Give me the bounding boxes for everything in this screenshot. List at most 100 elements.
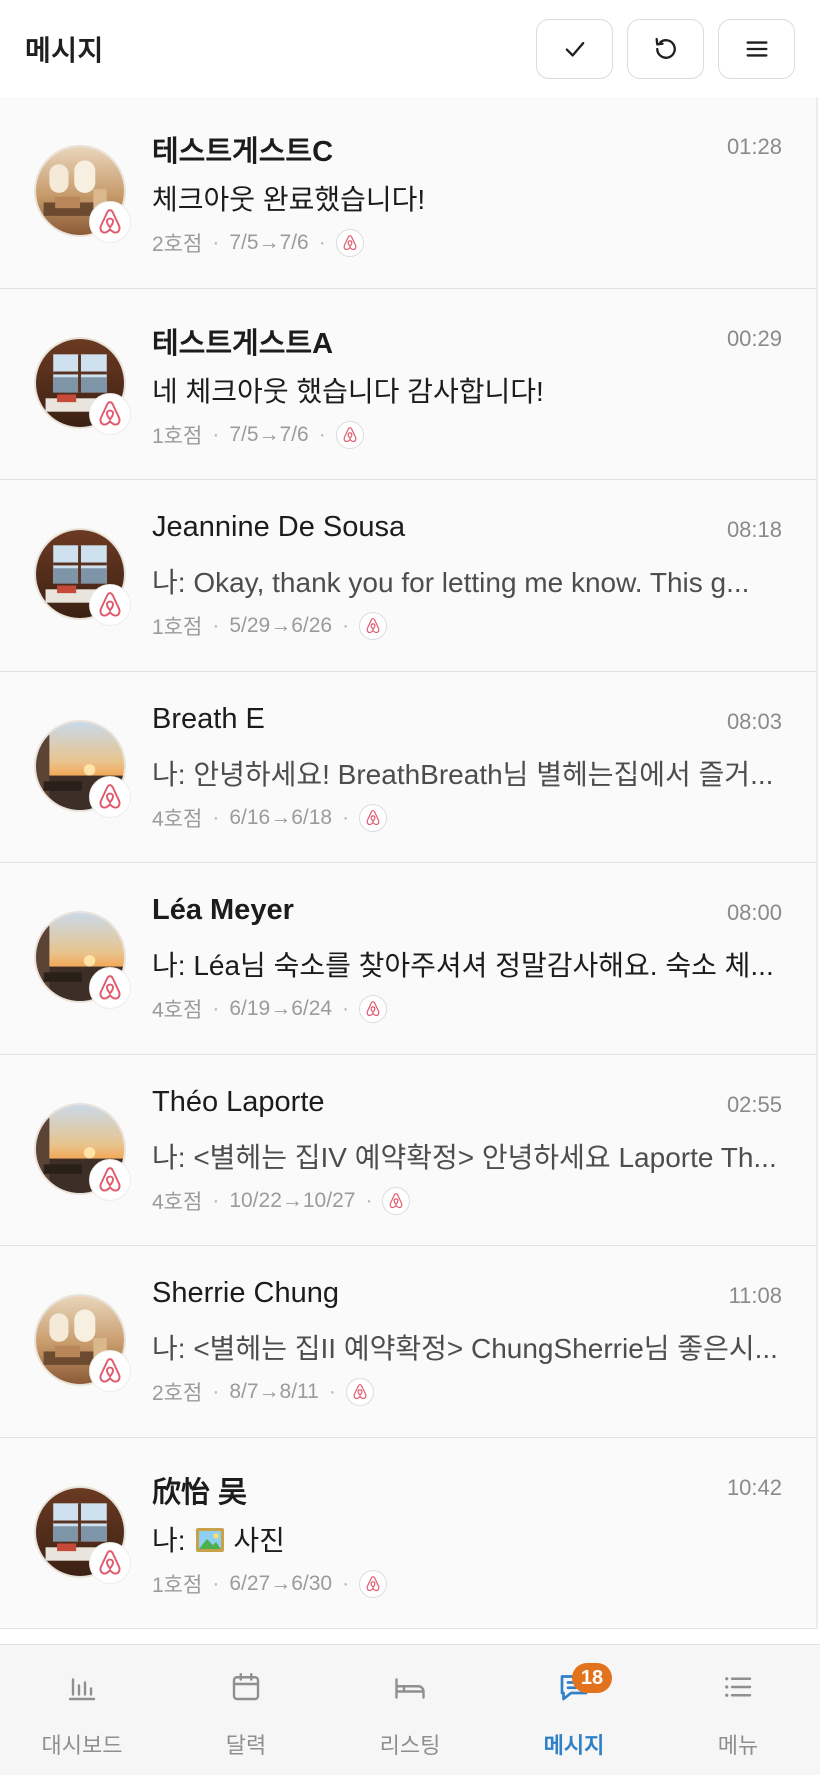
separator-dot: · — [365, 1188, 373, 1212]
airbnb-icon — [335, 420, 364, 449]
listing-name: 2호점 — [152, 233, 203, 256]
listing-name: 1호점 — [152, 424, 203, 448]
separator-dot: · — [212, 1188, 220, 1212]
stay-dates: 10/22→10/27 — [229, 1188, 356, 1212]
airbnb-icon — [89, 1158, 131, 1201]
conversation-item[interactable]: 欣怡 吴 10:42 나: 사진 1호점 · 6/27→6/30 · — [0, 1437, 816, 1629]
airbnb-icon — [345, 1378, 374, 1406]
airbnb-icon — [89, 584, 131, 626]
conversation-item[interactable]: Théo Laporte 02:55 나: <별헤는 집IV 예약확정> 안녕하세요… — [0, 1054, 816, 1246]
guest-name: Sherrie Chung — [152, 1277, 339, 1309]
nav-item-calendar[interactable]: 달력 — [164, 1645, 328, 1775]
header-actions — [536, 18, 795, 79]
guest-name: Jeannine De Sousa — [152, 511, 406, 543]
bottom-navigation: 대시보드 달력 리스팅 18 메시지 메뉴 — [0, 1644, 820, 1775]
avatar — [34, 1294, 131, 1392]
separator-dot: · — [212, 1380, 220, 1403]
menu-button[interactable] — [718, 18, 795, 79]
guest-name: Théo Laporte — [152, 1085, 325, 1118]
listing-name: 1호점 — [152, 616, 203, 639]
conversation-item[interactable]: Sherrie Chung 11:08 나: <별헤는 집II 예약확정> Chun… — [0, 1246, 816, 1438]
guest-name: 테스트게스트A — [152, 327, 334, 360]
stay-dates: 6/27→6/30 — [229, 1571, 333, 1595]
airbnb-icon — [359, 995, 388, 1023]
reservation-meta: 4호점 · 6/19→6/24 · — [152, 994, 388, 1024]
separator-dot: · — [212, 614, 220, 637]
stay-dates: 6/16→6/18 — [229, 805, 333, 829]
nav-item-messages[interactable]: 18 메시지 — [492, 1645, 656, 1775]
reservation-meta: 1호점 · 7/5→7/6 · — [152, 420, 364, 450]
refresh-icon — [655, 37, 676, 59]
separator-dot: · — [328, 1380, 336, 1403]
separator-dot: · — [212, 805, 220, 829]
airbnb-icon — [89, 1350, 131, 1392]
nav-label: 메뉴 — [717, 1733, 759, 1758]
message-time: 08:03 — [726, 708, 782, 734]
message-preview: 네 체크아웃 했습니다 감사합니다! — [152, 375, 544, 407]
separator-dot: · — [212, 997, 220, 1020]
stay-dates: 8/7→8/11 — [229, 1380, 319, 1403]
avatar — [34, 528, 131, 626]
conversation-item[interactable]: 테스트게스트A 00:29 네 체크아웃 했습니다 감사합니다! 1호점 · 7/5→7/… — [0, 288, 816, 480]
unread-count-badge: 18 — [572, 1663, 612, 1693]
guest-name: 테스트게스트C — [152, 136, 334, 168]
message-time: 08:18 — [726, 517, 782, 542]
message-time: 02:55 — [726, 1091, 782, 1117]
guest-name: Léa Meyer — [152, 894, 294, 926]
separator-dot: · — [212, 1571, 220, 1595]
airbnb-icon — [359, 1569, 388, 1598]
message-preview: 나: 안녕하세요! BreathBreath님 별헤는집에서 즐거... — [152, 758, 774, 790]
nav-label: 달력 — [225, 1733, 267, 1758]
avatar — [34, 336, 131, 435]
nav-label: 메시지 — [543, 1733, 605, 1758]
calendar-icon — [228, 1669, 264, 1710]
airbnb-icon — [89, 392, 131, 435]
separator-dot: · — [212, 422, 220, 446]
refresh-button[interactable] — [627, 18, 704, 79]
nav-item-menu[interactable]: 메뉴 — [656, 1645, 820, 1775]
conversation-item[interactable]: Léa Meyer 08:00 나: Léa님 숙소를 찾아주셔셔 정말감사해요. … — [0, 863, 816, 1055]
conversation-item[interactable]: 테스트게스트C 01:28 체크아웃 완료했습니다! 2호점 · 7/5→7/6 · — [0, 97, 816, 289]
message-time: 01:28 — [726, 134, 782, 159]
airbnb-icon — [89, 1541, 131, 1584]
message-preview: 나: Léa님 숙소를 찾아주셔셔 정말감사해요. 숙소 체... — [152, 950, 774, 981]
avatar — [34, 1102, 131, 1201]
separator-dot: · — [318, 422, 326, 446]
mark-read-button[interactable] — [536, 18, 613, 79]
reservation-meta: 4호점 · 6/16→6/18 · — [152, 803, 388, 833]
nav-label: 리스팅 — [379, 1733, 441, 1758]
preview-photo-label: 사진 — [233, 1524, 285, 1556]
page-title: 메시지 — [25, 34, 104, 66]
nav-item-dashboard[interactable]: 대시보드 — [0, 1645, 164, 1775]
reservation-meta: 2호점 · 7/5→7/6 · — [152, 228, 364, 258]
preview-prefix: 나: — [152, 1524, 194, 1556]
reservation-meta: 2호점 · 8/7→8/11 · — [152, 1377, 374, 1407]
conversation-item[interactable]: Breath E 08:03 나: 안녕하세요! BreathBreath님 별헤는… — [0, 671, 816, 863]
reservation-meta: 1호점 · 5/29→6/26 · — [152, 611, 388, 641]
hamburger-icon — [746, 40, 767, 57]
airbnb-icon — [89, 775, 131, 818]
check-icon — [565, 41, 584, 57]
conversation-item[interactable]: Jeannine De Sousa 08:18 나: Okay, thank you… — [0, 480, 816, 672]
separator-dot: · — [212, 231, 220, 254]
message-preview: 체크아웃 완료했습니다! — [152, 184, 426, 215]
avatar — [34, 1485, 131, 1584]
airbnb-icon — [89, 967, 131, 1009]
stay-dates: 5/29→6/26 — [229, 614, 333, 637]
message-time: 08:00 — [726, 900, 782, 925]
airbnb-icon — [382, 1186, 411, 1215]
airbnb-icon — [89, 201, 131, 243]
guest-name: 欣怡 吴 — [152, 1476, 248, 1509]
avatar — [34, 145, 131, 243]
message-time: 00:29 — [726, 325, 782, 351]
bar-chart-icon — [64, 1669, 100, 1710]
airbnb-icon — [359, 803, 388, 832]
separator-dot: · — [318, 231, 326, 254]
listing-name: 4호점 — [152, 1190, 203, 1214]
list-icon — [720, 1669, 756, 1710]
stay-dates: 7/5→7/6 — [229, 422, 309, 446]
nav-item-listings[interactable]: 리스팅 — [328, 1645, 492, 1775]
listing-name: 1호점 — [152, 1573, 203, 1597]
bed-icon — [392, 1669, 428, 1710]
stay-dates: 6/19→6/24 — [229, 997, 333, 1020]
